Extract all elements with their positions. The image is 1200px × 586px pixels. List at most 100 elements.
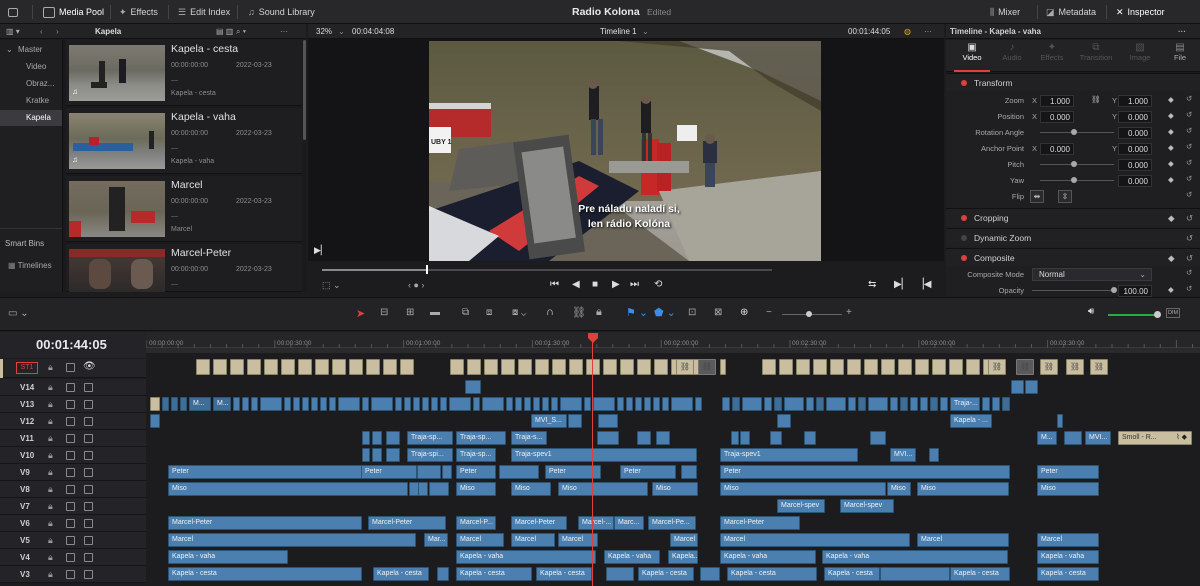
auto-select-icon[interactable] bbox=[66, 434, 75, 443]
track-enable-icon[interactable] bbox=[84, 434, 93, 443]
color-wheel-icon[interactable]: ◍ bbox=[904, 24, 911, 39]
position-x-field[interactable]: 0.000 bbox=[1040, 111, 1074, 123]
timeline-clip[interactable] bbox=[551, 397, 558, 411]
edit-index-button[interactable]: ☰ Edit Index bbox=[178, 0, 230, 24]
auto-select-icon[interactable] bbox=[66, 553, 75, 562]
timeline-view-icon[interactable]: ▭ ⌄ bbox=[8, 308, 29, 319]
timeline-clip[interactable] bbox=[700, 567, 720, 581]
back-icon[interactable]: ‹ bbox=[40, 24, 43, 39]
linked-selection-icon[interactable]: ⛓ bbox=[572, 306, 586, 319]
timeline-clip[interactable]: Kapela - vaha bbox=[456, 550, 596, 564]
timeline-clip[interactable]: Miso bbox=[720, 482, 886, 496]
auto-select-icon[interactable] bbox=[66, 363, 75, 372]
reset-icon[interactable]: ↺ bbox=[1186, 190, 1192, 199]
timeline-clip[interactable]: Miso bbox=[652, 482, 698, 496]
go-to-start-icon[interactable]: ⏮ bbox=[550, 279, 559, 290]
track-enable-icon[interactable] bbox=[84, 485, 93, 494]
lock-icon[interactable]: 🔒︎ bbox=[48, 450, 53, 461]
timeline-clip[interactable] bbox=[731, 431, 739, 445]
timeline-clip[interactable] bbox=[524, 397, 531, 411]
timeline-clip[interactable]: Miso bbox=[887, 482, 911, 496]
track-enable-icon[interactable] bbox=[84, 383, 93, 392]
timeline-clip[interactable] bbox=[848, 397, 856, 411]
timeline-clip[interactable]: Peter bbox=[456, 465, 496, 479]
timeline-clip[interactable] bbox=[584, 397, 591, 411]
timeline-clip[interactable]: Peter bbox=[361, 465, 417, 479]
timeline-clip[interactable] bbox=[413, 397, 420, 411]
tab-video[interactable]: ▣ Video bbox=[954, 42, 990, 72]
timeline-clip[interactable] bbox=[742, 397, 762, 411]
zoom-custom-icon[interactable]: ⊕ bbox=[740, 307, 748, 318]
subtitle-clip[interactable] bbox=[779, 359, 793, 375]
slider-knob[interactable] bbox=[806, 311, 812, 317]
reset-icon[interactable]: ↺ bbox=[1186, 142, 1192, 151]
timeline-clip[interactable] bbox=[404, 397, 411, 411]
subtitle-clip[interactable] bbox=[762, 359, 776, 375]
timeline-clip[interactable] bbox=[626, 397, 633, 411]
timeline-clip[interactable] bbox=[774, 397, 782, 411]
reset-icon[interactable]: ↺ bbox=[1186, 249, 1193, 267]
position-lock-icon[interactable]: 🔒︎ bbox=[596, 306, 602, 319]
subtitle-clip[interactable] bbox=[932, 359, 946, 375]
timeline-clip[interactable] bbox=[180, 397, 187, 411]
timeline-clip[interactable]: M... bbox=[213, 397, 231, 411]
timeline-scroll-strip[interactable] bbox=[146, 348, 1200, 353]
selection-tool-icon[interactable]: ➤ bbox=[356, 307, 365, 320]
lock-icon[interactable]: 🔒︎ bbox=[48, 382, 53, 393]
timeline-clip[interactable] bbox=[695, 397, 702, 411]
timeline-clip[interactable] bbox=[681, 465, 697, 479]
zoom-level[interactable]: 32% bbox=[316, 24, 332, 39]
pitch-slider[interactable] bbox=[1040, 164, 1114, 165]
timeline-clip[interactable]: Miso bbox=[1037, 482, 1099, 496]
timeline-clip[interactable]: Kapela - cesta bbox=[168, 567, 362, 581]
zoom-y-field[interactable]: 1.000 bbox=[1118, 95, 1152, 107]
lock-icon[interactable]: 🔒︎ bbox=[48, 416, 53, 427]
timeline-clip[interactable] bbox=[722, 397, 730, 411]
timeline-clip[interactable]: Kapela - cesta bbox=[638, 567, 694, 581]
lock-icon[interactable]: 🔒︎ bbox=[48, 569, 53, 580]
anchor-x-field[interactable]: 0.000 bbox=[1040, 143, 1074, 155]
zoom-x-field[interactable]: 1.000 bbox=[1040, 95, 1074, 107]
timeline-clip[interactable] bbox=[449, 397, 471, 411]
timeline-clip[interactable]: Marcel-spev bbox=[840, 499, 894, 513]
timeline-clip[interactable] bbox=[242, 397, 249, 411]
subtitle-clip[interactable] bbox=[569, 359, 583, 375]
zoom-out-icon[interactable]: − bbox=[766, 307, 772, 318]
timeline-clip[interactable] bbox=[440, 397, 447, 411]
composite-mode-select[interactable]: Normal ⌄ bbox=[1032, 268, 1152, 281]
timeline-clip[interactable]: Marcel-P... bbox=[456, 516, 496, 530]
timeline-clip[interactable] bbox=[560, 397, 582, 411]
lock-icon[interactable]: 🔒︎ bbox=[48, 484, 53, 495]
track-enable-icon[interactable] bbox=[84, 536, 93, 545]
timeline-clip[interactable]: Mar... bbox=[424, 533, 448, 547]
timeline-clip[interactable] bbox=[920, 397, 928, 411]
subtitle-clip[interactable]: ⛓ bbox=[1090, 359, 1108, 375]
viewer-more-icon[interactable]: ··· bbox=[924, 24, 932, 39]
viewer-options-icon[interactable]: ⬚ ⌄ bbox=[322, 280, 341, 291]
timeline-clip[interactable]: M... bbox=[1037, 431, 1057, 445]
timeline-clip[interactable] bbox=[653, 397, 660, 411]
timeline-clip[interactable]: Miso bbox=[511, 482, 551, 496]
subtitle-clip[interactable] bbox=[467, 359, 481, 375]
subtitle-clip[interactable] bbox=[620, 359, 634, 375]
keyframe-icon[interactable]: ◆ bbox=[1168, 209, 1175, 227]
timeline-clip[interactable] bbox=[804, 431, 816, 445]
fullscreen-icon[interactable]: ▶▏ bbox=[314, 245, 328, 256]
timeline-clip[interactable]: Kapela - cesta bbox=[727, 567, 817, 581]
trim-tool-icon[interactable]: ⊟ bbox=[380, 307, 388, 318]
zoom-detail-icon[interactable]: ⊠ bbox=[714, 307, 722, 318]
timeline-clip[interactable] bbox=[418, 482, 428, 496]
sound-library-button[interactable]: ♫ Sound Library bbox=[248, 0, 315, 24]
timeline-clip[interactable] bbox=[870, 431, 886, 445]
timeline-clip[interactable]: Kapela - vaha bbox=[720, 550, 816, 564]
media-pool-button[interactable]: Media Pool bbox=[43, 0, 104, 24]
timeline-clip[interactable]: Marcel bbox=[917, 533, 1009, 547]
timeline-clip[interactable] bbox=[598, 414, 618, 428]
tab-file[interactable]: ▤ File bbox=[1162, 42, 1198, 62]
reset-icon[interactable]: ↺ bbox=[1186, 268, 1192, 277]
timeline-clip[interactable] bbox=[302, 397, 309, 411]
timeline-clip[interactable] bbox=[635, 397, 642, 411]
eye-icon[interactable]: 👁︎ bbox=[83, 361, 96, 372]
timeline-clip[interactable] bbox=[816, 397, 824, 411]
tab-effects[interactable]: ✦ Effects bbox=[1034, 42, 1070, 62]
